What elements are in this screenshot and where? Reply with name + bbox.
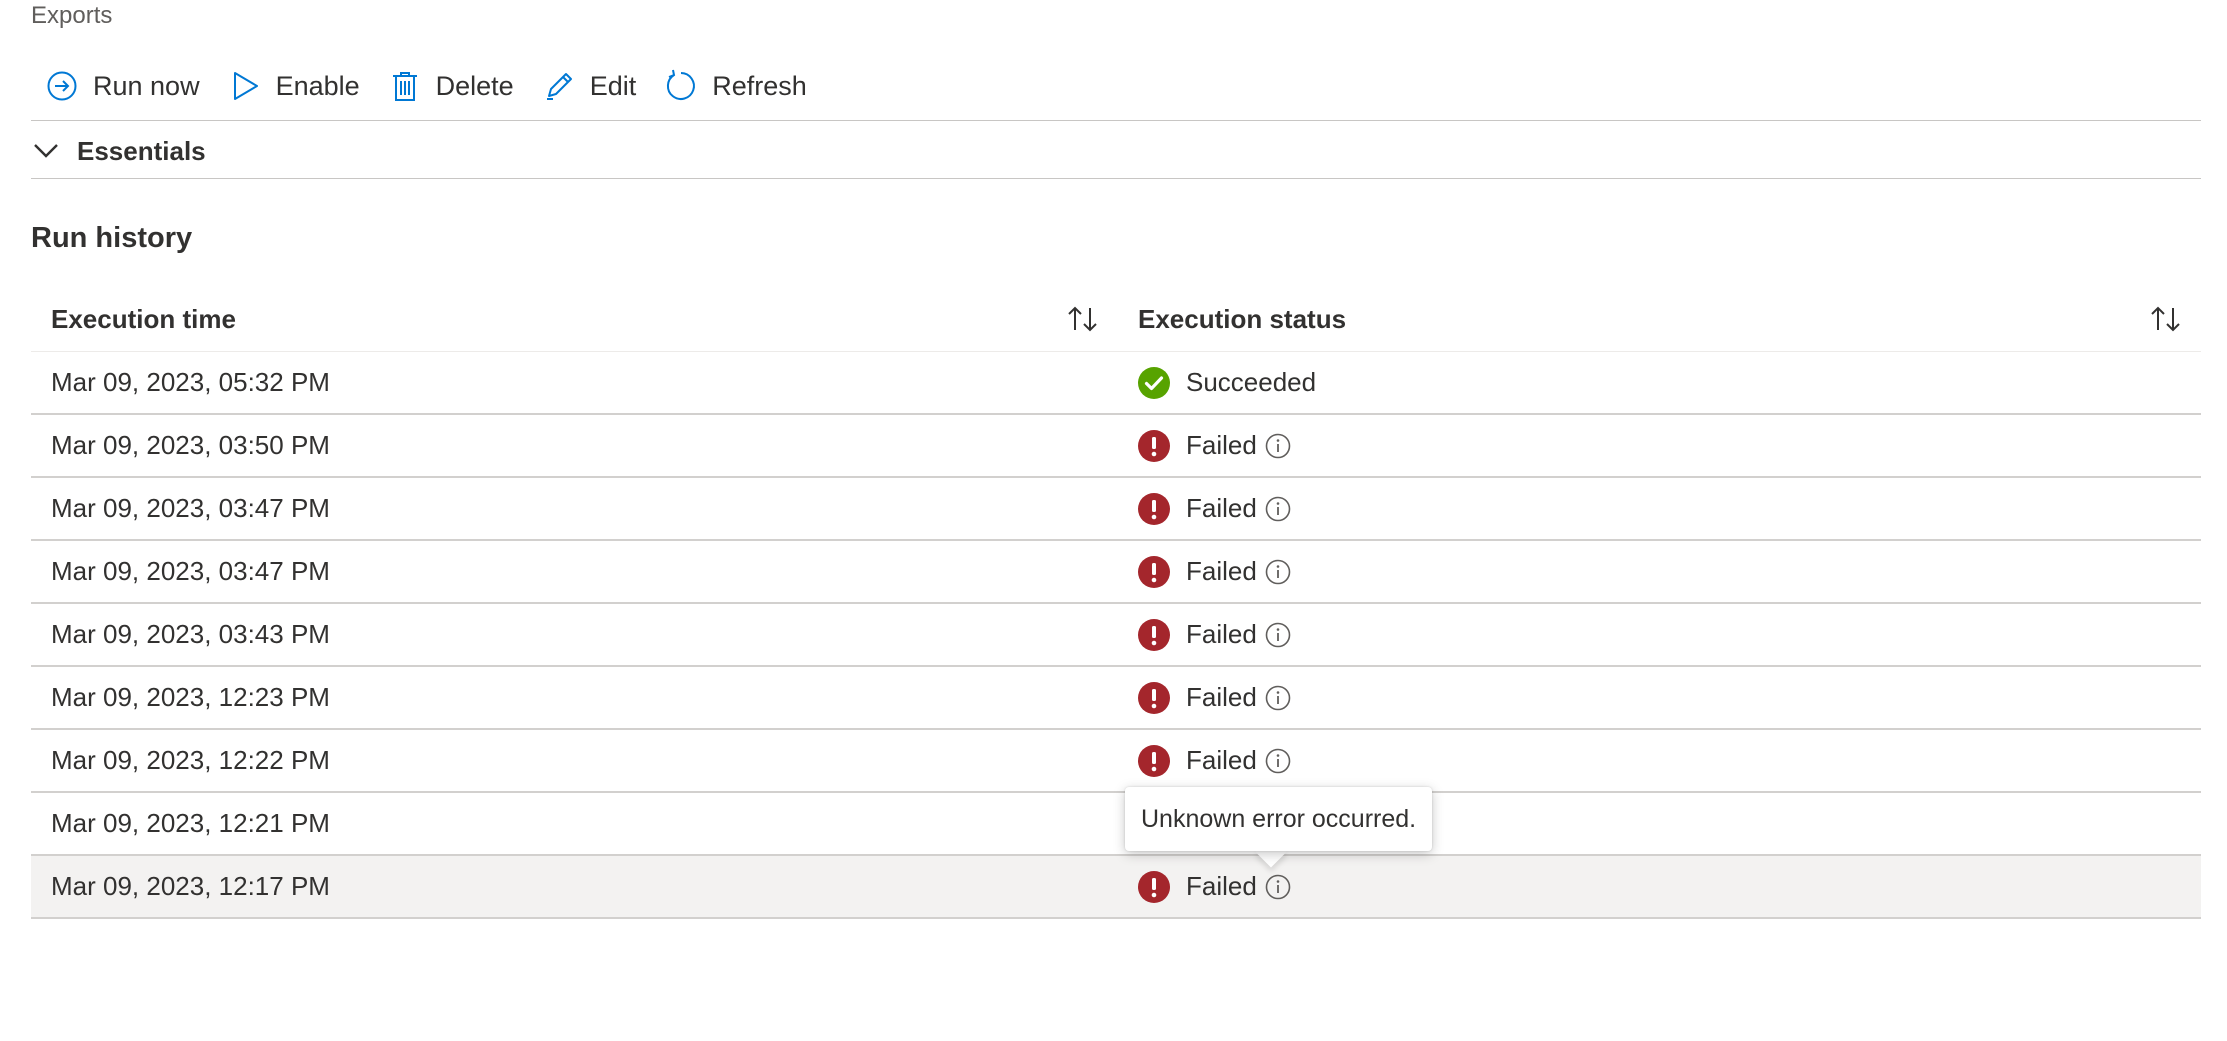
execution-status-cell: Failed: [1118, 604, 2201, 665]
table-row[interactable]: Mar 09, 2023, 12:21 PM: [31, 793, 2201, 856]
chevron-down-icon: [31, 136, 61, 166]
table-row-selected[interactable]: Mar 09, 2023, 12:17 PM Failed: [31, 856, 2201, 919]
execution-time-cell: Mar 09, 2023, 03:47 PM: [51, 493, 330, 523]
execution-status-cell: Failed: [1118, 667, 2201, 728]
status-text: Failed: [1186, 493, 1257, 523]
table-row[interactable]: Mar 09, 2023, 03:47 PM Failed: [31, 541, 2201, 604]
grid-header: Execution time Execution status: [31, 287, 2201, 352]
status-text: Failed: [1186, 556, 1257, 586]
run-now-button[interactable]: Run now: [31, 58, 214, 114]
table-row[interactable]: Mar 09, 2023, 05:32 PM Succeeded: [31, 352, 2201, 415]
error-circle-icon: [1138, 492, 1170, 525]
status-text: Succeeded: [1186, 367, 1317, 397]
execution-status-cell: Succeeded: [1118, 352, 2201, 413]
table-row[interactable]: Mar 09, 2023, 03:50 PM Failed: [31, 415, 2201, 478]
section-title: Run history: [31, 222, 193, 254]
error-circle-icon: [1138, 744, 1170, 777]
execution-status-cell: Failed: [1118, 856, 2201, 917]
status-text: Failed: [1186, 619, 1257, 649]
info-icon[interactable]: [1265, 496, 1291, 522]
info-icon[interactable]: [1265, 622, 1291, 648]
check-circle-icon: [1138, 366, 1170, 399]
sort-icon[interactable]: [2147, 302, 2185, 336]
trash-icon: [388, 69, 422, 103]
info-icon[interactable]: [1265, 559, 1291, 585]
table-row[interactable]: Mar 09, 2023, 12:23 PM Failed: [31, 667, 2201, 730]
table-row[interactable]: Mar 09, 2023, 12:22 PM Failed: [31, 730, 2201, 793]
status-text: Failed: [1186, 682, 1257, 712]
error-circle-icon: [1138, 555, 1170, 588]
essentials-divider: [31, 178, 2201, 179]
execution-time-cell: Mar 09, 2023, 12:22 PM: [51, 745, 330, 775]
execution-time-cell: Mar 09, 2023, 03:43 PM: [51, 619, 330, 649]
sort-icon[interactable]: [1064, 302, 1102, 336]
info-icon[interactable]: [1265, 874, 1291, 900]
execution-status-cell: Failed: [1118, 730, 2201, 791]
refresh-button[interactable]: Refresh: [650, 58, 821, 114]
execution-status-cell: Failed: [1118, 478, 2201, 539]
breadcrumb[interactable]: Exports: [31, 0, 112, 32]
edit-label: Edit: [589, 70, 637, 101]
delete-label: Delete: [435, 70, 514, 101]
pencil-icon: [542, 69, 576, 103]
execution-time-cell: Mar 09, 2023, 12:21 PM: [51, 808, 330, 838]
error-circle-icon: [1138, 618, 1170, 651]
table-row[interactable]: Mar 09, 2023, 03:47 PM Failed: [31, 478, 2201, 541]
run-history-grid: Execution time Execution status Mar 09, …: [31, 287, 2201, 919]
command-bar: Run now Enable Delete Edit Refresh: [31, 58, 821, 114]
refresh-label: Refresh: [712, 70, 807, 101]
info-icon[interactable]: [1265, 433, 1291, 459]
status-text: Failed: [1186, 871, 1257, 901]
table-row[interactable]: Mar 09, 2023, 03:43 PM Failed: [31, 604, 2201, 667]
toolbar-divider: [31, 120, 2201, 121]
execution-time-cell: Mar 09, 2023, 03:47 PM: [51, 556, 330, 586]
delete-button[interactable]: Delete: [374, 58, 528, 114]
execution-time-cell: Mar 09, 2023, 12:17 PM: [51, 871, 330, 901]
enable-button[interactable]: Enable: [214, 58, 374, 114]
status-text: Failed: [1186, 430, 1257, 460]
execution-time-cell: Mar 09, 2023, 05:32 PM: [51, 367, 330, 397]
error-circle-icon: [1138, 429, 1170, 462]
essentials-label: Essentials: [77, 135, 206, 166]
status-text: Failed: [1186, 745, 1257, 775]
essentials-toggle[interactable]: Essentials: [31, 124, 206, 178]
column-header-execution-time[interactable]: Execution time: [31, 287, 1118, 351]
info-icon[interactable]: [1265, 748, 1291, 774]
execution-time-cell: Mar 09, 2023, 12:23 PM: [51, 682, 330, 712]
play-icon: [228, 69, 262, 103]
error-tooltip: Unknown error occurred.: [1125, 787, 1433, 851]
column-header-label: Execution time: [51, 303, 236, 334]
execution-status-cell: Failed: [1118, 415, 2201, 476]
error-circle-icon: [1138, 681, 1170, 714]
edit-button[interactable]: Edit: [528, 58, 651, 114]
circle-arrow-right-icon: [45, 69, 79, 103]
column-header-execution-status[interactable]: Execution status: [1118, 287, 2201, 351]
execution-time-cell: Mar 09, 2023, 03:50 PM: [51, 430, 330, 460]
error-circle-icon: [1138, 870, 1170, 903]
info-icon[interactable]: [1265, 685, 1291, 711]
execution-status-cell: Failed: [1118, 541, 2201, 602]
refresh-icon: [664, 69, 698, 103]
enable-label: Enable: [275, 70, 360, 101]
column-header-label: Execution status: [1138, 303, 1347, 334]
run-now-label: Run now: [93, 70, 200, 101]
